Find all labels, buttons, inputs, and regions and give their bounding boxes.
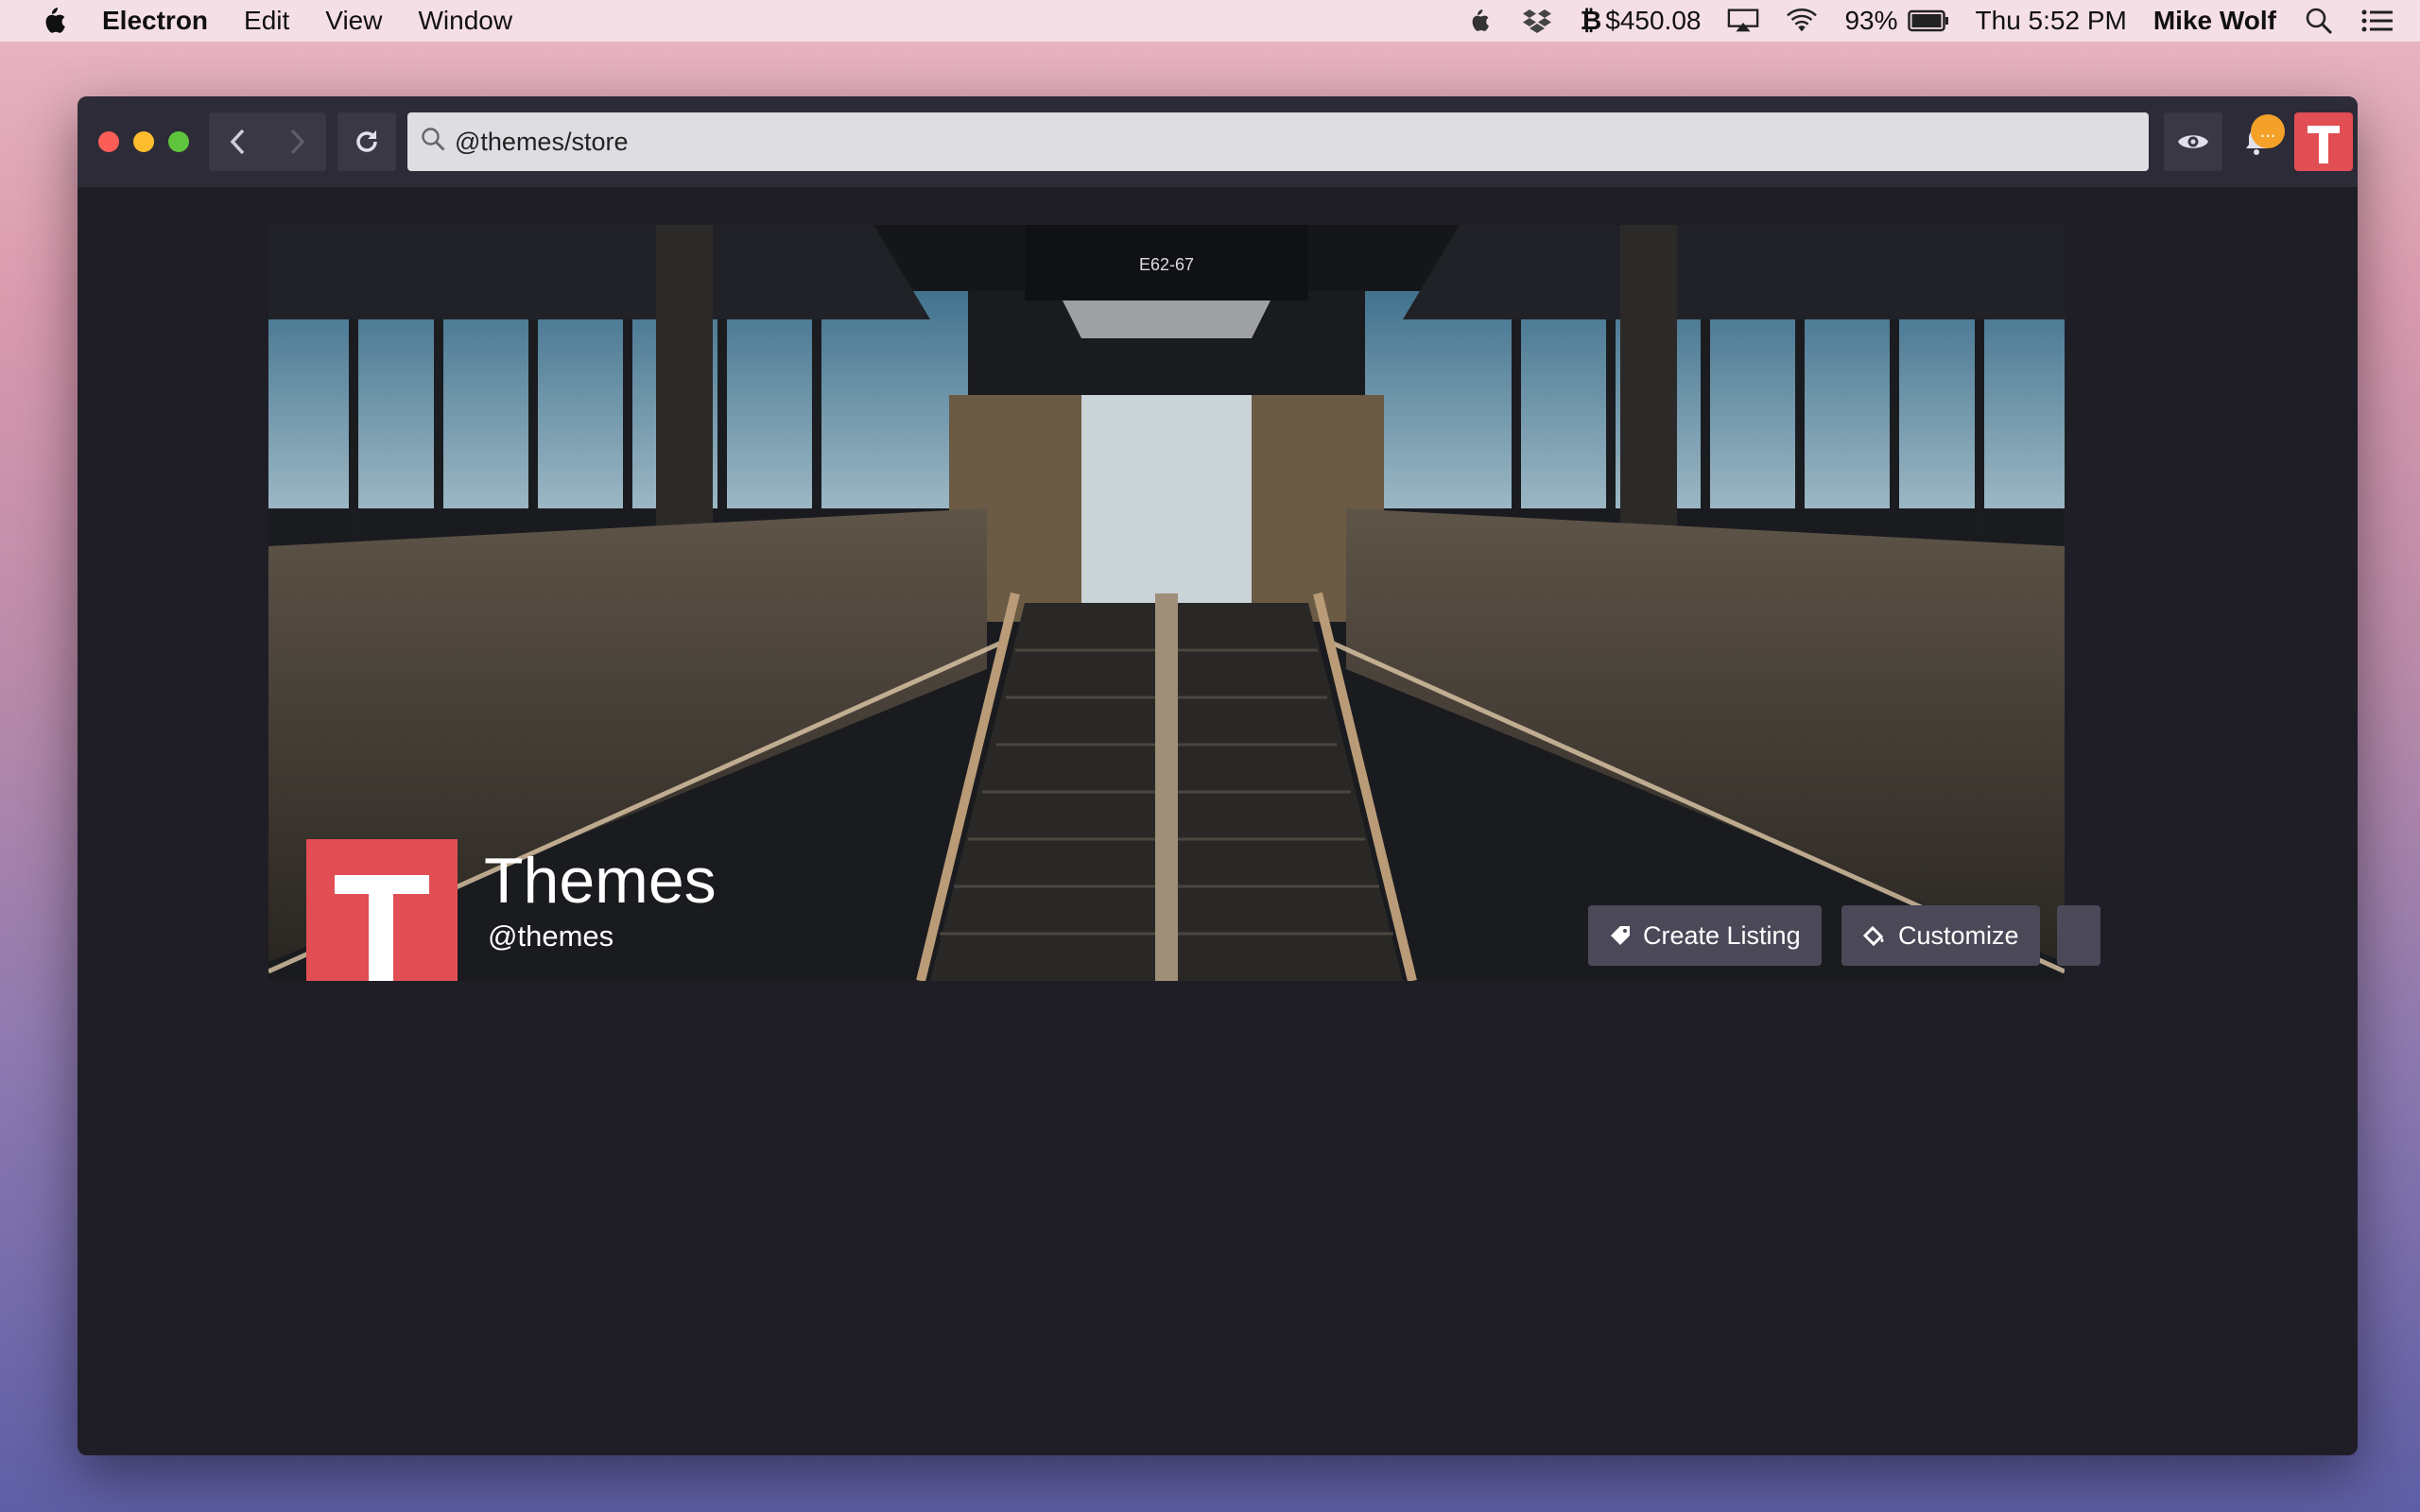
dropbox-icon[interactable] [1521, 7, 1553, 35]
store-profile: E62-67 Themes @themes Create Listing Cus… [268, 225, 2100, 1455]
apple-status-icon[interactable] [1462, 7, 1495, 35]
bitcoin-price: $450.08 [1605, 6, 1702, 35]
search-icon [421, 127, 445, 158]
clock[interactable]: Thu 5:52 PM [1976, 6, 2127, 36]
spotlight-search-icon[interactable] [2303, 7, 2335, 35]
wifi-icon[interactable] [1786, 7, 1818, 35]
create-listing-button[interactable]: Create Listing [1588, 905, 1822, 966]
apple-logo-icon[interactable] [40, 7, 66, 35]
profile-avatar[interactable] [306, 839, 458, 981]
forward-button[interactable] [268, 112, 326, 171]
svg-text:E62-67: E62-67 [1139, 255, 1194, 274]
history-nav [209, 112, 326, 171]
battery-icon[interactable] [1907, 7, 1949, 35]
menu-app-name[interactable]: Electron [102, 6, 208, 36]
eye-icon [2178, 135, 2208, 148]
more-actions-button[interactable] [2057, 905, 2099, 966]
menu-edit[interactable]: Edit [244, 6, 289, 36]
bitcoin-ticker[interactable]: ₿ $450.08 [1580, 6, 1701, 36]
create-listing-label: Create Listing [1643, 920, 1801, 950]
menu-view[interactable]: View [325, 6, 382, 36]
customize-button[interactable]: Customize [1841, 905, 2040, 966]
current-user-avatar[interactable] [2294, 112, 2353, 171]
window-controls [98, 131, 203, 152]
zoom-window-button[interactable] [168, 131, 189, 152]
tag-icon [1609, 924, 1632, 947]
notifications-button[interactable]: ... [2234, 112, 2285, 171]
watch-button[interactable] [2164, 112, 2222, 171]
bitcoin-icon: ₿ [1580, 6, 1602, 35]
menubar: Electron Edit View Window ₿ $450.08 93% … [0, 0, 2420, 42]
notification-badge: ... [2251, 114, 2285, 148]
reload-button[interactable] [337, 112, 396, 171]
profile-handle: @themes [488, 919, 614, 953]
battery-percent: 93% [1844, 6, 1898, 35]
customize-label: Customize [1898, 920, 2019, 950]
page-content: E62-67 Themes @themes Create Listing Cus… [78, 187, 2252, 1455]
minimize-window-button[interactable] [133, 131, 154, 152]
t-logo-icon [335, 875, 429, 981]
menubar-status-area: ₿ $450.08 93% Thu 5:52 PM Mike Wolf [1462, 0, 2420, 42]
menu-window[interactable]: Window [418, 6, 512, 36]
browser-toolbar: @themes/store ... [78, 96, 2358, 187]
reload-icon [356, 130, 377, 152]
close-window-button[interactable] [98, 131, 119, 152]
user-name[interactable]: Mike Wolf [2153, 6, 2276, 36]
airplay-icon[interactable] [1727, 7, 1759, 35]
chevron-right-icon [290, 129, 305, 155]
back-button[interactable] [209, 112, 268, 171]
app-window: @themes/store ... E62-67 Themes @themes … [78, 96, 2358, 1455]
address-bar[interactable]: @themes/store [407, 112, 2149, 171]
profile-display-name: Themes [484, 845, 717, 917]
t-logo-icon [2308, 126, 2340, 163]
address-text: @themes/store [455, 127, 629, 156]
paint-bucket-icon [1862, 924, 1887, 947]
notification-center-icon[interactable] [2361, 7, 2394, 35]
chevron-left-icon [230, 129, 245, 155]
